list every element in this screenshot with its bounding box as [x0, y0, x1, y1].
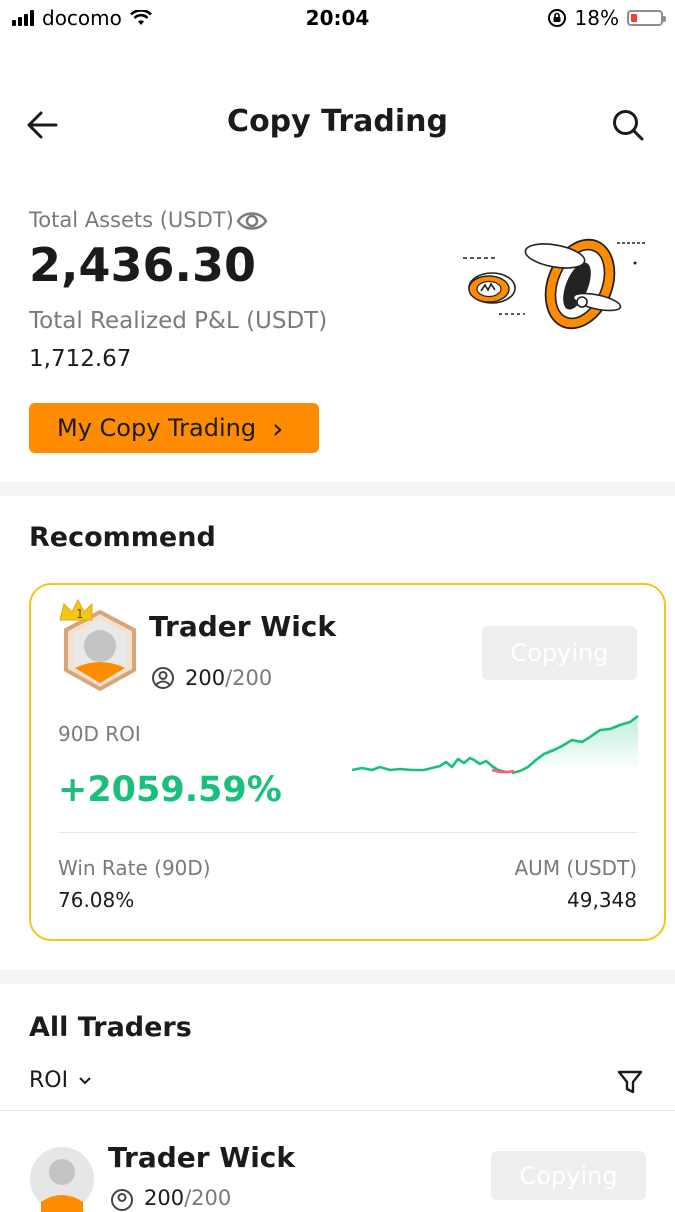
user-icon — [152, 667, 174, 689]
list-followers-current: 200 — [144, 1186, 185, 1210]
win-rate-value: 76.08% — [58, 888, 135, 912]
list-followers-max: /200 — [184, 1186, 232, 1210]
copy-trading-illustration — [463, 238, 645, 330]
rank-badge: 1 — [76, 607, 84, 621]
roi-value: +2059.59% — [58, 770, 282, 810]
list-follower-count: 200/200 — [144, 1186, 231, 1210]
battery-icon — [627, 10, 666, 26]
status-right: 18% — [547, 6, 666, 30]
filter-icon[interactable] — [616, 1068, 644, 1096]
card-divider — [58, 832, 638, 833]
recommend-heading: Recommend — [29, 522, 216, 553]
aum-value: 49,348 — [567, 888, 637, 912]
trader-name[interactable]: Trader Wick — [149, 610, 336, 643]
page-title: Copy Trading — [227, 104, 448, 139]
total-assets-value: 2,436.30 — [29, 238, 256, 292]
orientation-lock-icon — [547, 9, 566, 27]
win-rate-label: Win Rate (90D) — [58, 856, 211, 880]
list-divider — [0, 1110, 675, 1111]
my-copy-trading-button[interactable]: My Copy Trading › — [29, 403, 319, 453]
search-icon[interactable] — [611, 108, 645, 142]
chevron-down-icon — [79, 1076, 91, 1084]
all-traders-heading: All Traders — [29, 1012, 192, 1043]
aum-label: AUM (USDT) — [514, 856, 638, 880]
sort-dropdown[interactable]: ROI — [29, 1068, 92, 1093]
list-copying-button[interactable]: Copying — [491, 1151, 646, 1200]
copying-button[interactable]: Copying — [482, 626, 637, 680]
battery-fill — [631, 14, 637, 22]
total-assets-label: Total Assets (USDT) — [29, 208, 234, 232]
battery-percent: 18% — [574, 6, 619, 30]
user-icon-list — [111, 1189, 133, 1211]
list-trader-name[interactable]: Trader Wick — [108, 1141, 295, 1174]
roi-label: 90D ROI — [58, 722, 141, 746]
trader-avatar-list — [30, 1147, 94, 1212]
section-divider-2 — [0, 970, 675, 984]
pnl-value: 1,712.67 — [29, 346, 132, 372]
trader-avatar: 1 — [59, 598, 136, 692]
chevron-right-icon: › — [272, 411, 284, 445]
roi-sparkline — [351, 714, 639, 775]
my-copy-trading-label: My Copy Trading — [57, 414, 257, 442]
followers-current: 200 — [185, 666, 226, 690]
pnl-label: Total Realized P&L (USDT) — [29, 308, 328, 334]
eye-icon[interactable] — [236, 208, 268, 234]
followers-max: /200 — [225, 666, 273, 690]
status-bar: docomo 20:04 18% — [0, 0, 675, 38]
sort-label: ROI — [29, 1068, 69, 1093]
section-divider — [0, 482, 675, 496]
follower-count: 200/200 — [185, 666, 272, 690]
